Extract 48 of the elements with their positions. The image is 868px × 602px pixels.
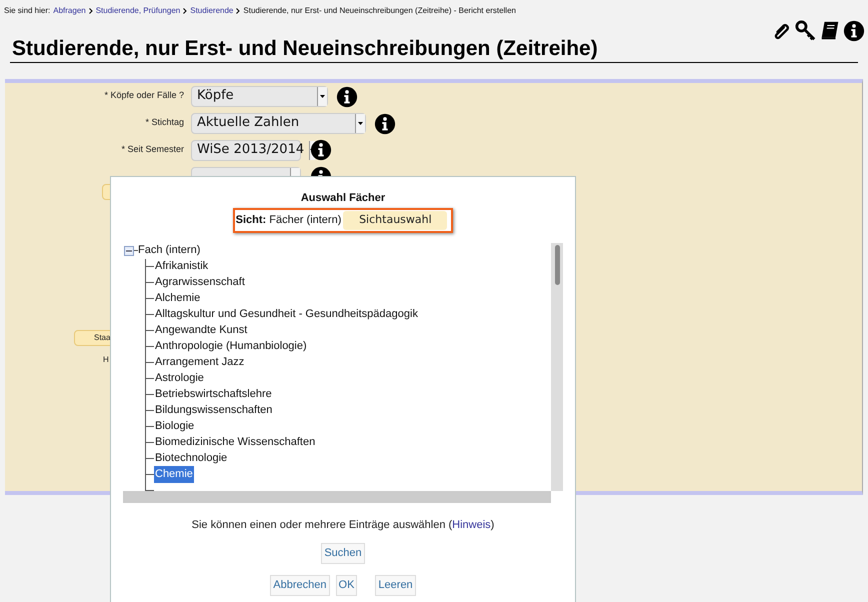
tree-item[interactable]: Afrikanistik — [154, 258, 210, 275]
dialog-button[interactable]: Leeren — [375, 575, 416, 596]
caret-icon — [358, 122, 363, 124]
field-label: * Köpfe oder Fälle ? — [103, 89, 185, 102]
tree-item[interactable]: Arrangement Jazz — [154, 354, 246, 371]
tree-item[interactable]: Astrologie — [154, 370, 205, 387]
search-button[interactable]: Suchen — [321, 543, 365, 564]
hint-link[interactable]: Hinweis — [452, 518, 491, 530]
view-select-button[interactable]: Sichtauswahl — [343, 210, 448, 230]
info-icon[interactable] — [310, 139, 332, 161]
breadcrumb-link[interactable]: Studierende — [190, 5, 234, 17]
dialog-title: Auswahl Fächer — [300, 191, 386, 206]
caret-icon — [320, 94, 325, 98]
tree-item[interactable]: Angewandte Kunst — [154, 322, 248, 339]
dropdown[interactable]: Köpfe — [191, 86, 328, 106]
collapse-icon[interactable] — [124, 246, 134, 256]
breadcrumb-link[interactable]: Abfragen — [53, 5, 86, 17]
chevron-icon — [183, 8, 188, 14]
field-label: * Seit Semester — [120, 143, 185, 156]
dialog-button[interactable]: Abbrechen — [270, 575, 330, 596]
breadcrumb-label: Sie sind hier: — [4, 5, 50, 17]
tree-root[interactable]: Fach (intern) — [138, 242, 200, 259]
tree-item[interactable]: Biomedizinische Wissenschaften — [154, 434, 316, 451]
dialog-button[interactable]: OK — [336, 575, 358, 596]
key-icon[interactable] — [795, 20, 817, 42]
info-icon[interactable] — [374, 113, 396, 135]
tree-item[interactable]: Anthropologie (Humanbiologie) — [154, 338, 308, 355]
info-icon[interactable] — [336, 86, 358, 108]
hint-text: Sie können einen oder mehrere Einträge auswählen (Hinweis) — [192, 518, 494, 532]
breadcrumb-current: Studierende, nur Erst- und Neueinschreibungen (Zeitreihe) - Bericht erstellen — [243, 5, 516, 17]
tree-item[interactable]: Bildungswissenschaften — [154, 402, 274, 419]
breadcrumb-link[interactable]: Studierende, Prüfungen — [96, 5, 180, 17]
tree-item[interactable]: Biotechnologie — [154, 450, 228, 467]
tree-item[interactable]: Betriebswirtschaftslehre — [154, 386, 273, 403]
book-icon[interactable] — [819, 20, 841, 42]
field-label: * Stichtag — [144, 116, 185, 130]
chevron-icon — [88, 8, 93, 14]
tree-item[interactable]: Biologie — [154, 418, 196, 435]
tree-item[interactable]: Agrarwissenschaft — [154, 274, 246, 291]
info-icon[interactable] — [843, 20, 865, 42]
page-title: Studierende, nur Erst- und Neueinschreibungen (Zeitreihe) — [10, 36, 858, 63]
view-label: Sicht: Fächer (intern) — [236, 212, 342, 228]
chevron-icon — [236, 8, 240, 14]
tree-item[interactable]: Alltagskultur und Gesundheit - Gesundheitspädagogik — [154, 306, 419, 323]
tree-item[interactable]: Chemie — [154, 466, 194, 483]
field-label: H — [103, 354, 109, 366]
dropdown[interactable]: Aktuelle Zahlen — [191, 112, 366, 134]
tree-item[interactable]: Alchemie — [154, 290, 202, 307]
